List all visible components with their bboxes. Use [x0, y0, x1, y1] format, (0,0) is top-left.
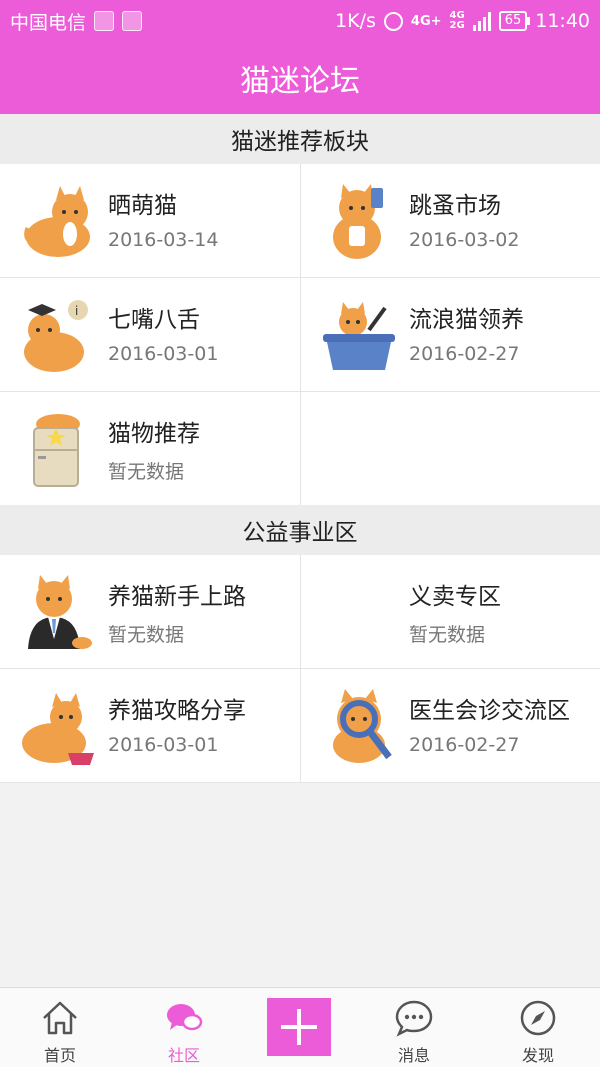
heart-rate-app-icon	[94, 11, 115, 31]
compass-icon	[520, 1000, 556, 1036]
cat-in-basket-icon	[323, 302, 395, 370]
tab-messages[interactable]: 消息	[354, 988, 474, 1067]
message-icon	[395, 1000, 433, 1037]
add-post-button[interactable]	[267, 998, 331, 1056]
tab-label: 首页	[43, 1046, 76, 1065]
section-title: 猫迷推荐板块	[231, 129, 369, 155]
board-date: 2016-03-01	[108, 734, 219, 756]
clock: 11:40	[535, 10, 590, 32]
tab-label: 社区	[167, 1046, 200, 1065]
board-name: 义卖专区	[409, 584, 501, 610]
board-date: 2016-03-01	[108, 343, 219, 365]
board-date: 暂无数据	[409, 624, 486, 646]
board-item[interactable]: 跳蚤市场 2016-03-02	[300, 164, 600, 278]
board-name: 七嘴八舌	[108, 307, 200, 333]
tab-label: 消息	[397, 1046, 430, 1065]
board-item[interactable]: 流浪猫领养 2016-02-27	[300, 278, 600, 392]
board-name: 猫物推荐	[108, 421, 200, 447]
board-name: 养猫攻略分享	[108, 698, 246, 724]
board-item[interactable]: 晒萌猫 2016-03-14	[0, 164, 300, 278]
board-date: 2016-03-14	[108, 229, 219, 251]
empty-cell	[300, 392, 600, 506]
board-item[interactable]: 医生会诊交流区 2016-02-27	[300, 669, 600, 783]
tab-label: 发现	[521, 1046, 554, 1065]
board-item[interactable]: 义卖专区 暂无数据	[300, 555, 600, 669]
graduate-cat-icon: i	[24, 300, 88, 372]
board-name: 医生会诊交流区	[409, 698, 570, 724]
board-item[interactable]: 养猫攻略分享 2016-03-01	[0, 669, 300, 783]
page-title: 猫迷论坛	[240, 64, 360, 99]
tab-community[interactable]: 社区	[124, 988, 244, 1067]
suit-cat-icon	[28, 575, 92, 649]
network-2g: 2G	[449, 20, 465, 31]
section-header-charity: 公益事业区	[0, 505, 600, 555]
svg-text:i: i	[75, 304, 78, 318]
board-grid-charity: 养猫新手上路 暂无数据 义卖专区 暂无数据 养猫攻略分享 2016-03-01 …	[0, 555, 600, 783]
alarm-icon	[383, 11, 403, 31]
gallery-app-icon	[122, 11, 143, 31]
board-date: 暂无数据	[108, 461, 185, 483]
app-title-bar: 猫迷论坛	[0, 42, 600, 114]
network-type: 4G+	[411, 15, 442, 28]
orange-cat-icon	[24, 186, 90, 257]
network-speed: 1K/s	[335, 10, 376, 32]
battery-level: 65	[504, 13, 522, 28]
cat-with-phone-icon	[333, 184, 383, 259]
plus-icon	[281, 1009, 317, 1045]
status-bar: 中国电信 1K/s 4G+ 4G 2G 65 11:40	[0, 0, 600, 42]
board-grid-recommended: 晒萌猫 2016-03-14 跳蚤市场 2016-03-02 i 七嘴八舌 20…	[0, 164, 600, 506]
carrier-label: 中国电信	[10, 11, 87, 34]
signal-icon	[472, 11, 491, 31]
network-type-secondary: 4G 2G	[450, 11, 465, 31]
network-type-primary: 4G+	[410, 13, 442, 29]
board-name: 流浪猫领养	[409, 307, 524, 333]
board-name: 跳蚤市场	[409, 193, 501, 219]
chat-bubbles-icon	[167, 1004, 203, 1031]
section-header-recommended: 猫迷推荐板块	[0, 114, 600, 164]
board-date: 暂无数据	[108, 624, 185, 646]
board-name: 晒萌猫	[108, 193, 177, 219]
cat-on-fridge-icon	[33, 414, 80, 487]
board-item[interactable]: 养猫新手上路 暂无数据	[0, 555, 300, 669]
tab-discover[interactable]: 发现	[478, 988, 598, 1067]
cat-with-magnifier-icon	[333, 689, 392, 763]
section-title: 公益事业区	[242, 520, 358, 546]
board-name: 养猫新手上路	[108, 584, 246, 610]
board-item[interactable]: 猫物推荐 暂无数据	[0, 392, 300, 506]
battery-icon: 65	[498, 11, 530, 31]
cat-with-bowl-icon	[22, 693, 94, 765]
bottom-tab-bar: 首页 社区 消息 发现	[0, 987, 600, 1067]
board-date: 2016-03-02	[409, 229, 520, 251]
home-icon	[43, 1001, 77, 1035]
board-item[interactable]: i 七嘴八舌 2016-03-01	[0, 278, 300, 392]
board-date: 2016-02-27	[409, 343, 520, 365]
board-date: 2016-02-27	[409, 734, 520, 756]
tab-home[interactable]: 首页	[0, 988, 120, 1067]
